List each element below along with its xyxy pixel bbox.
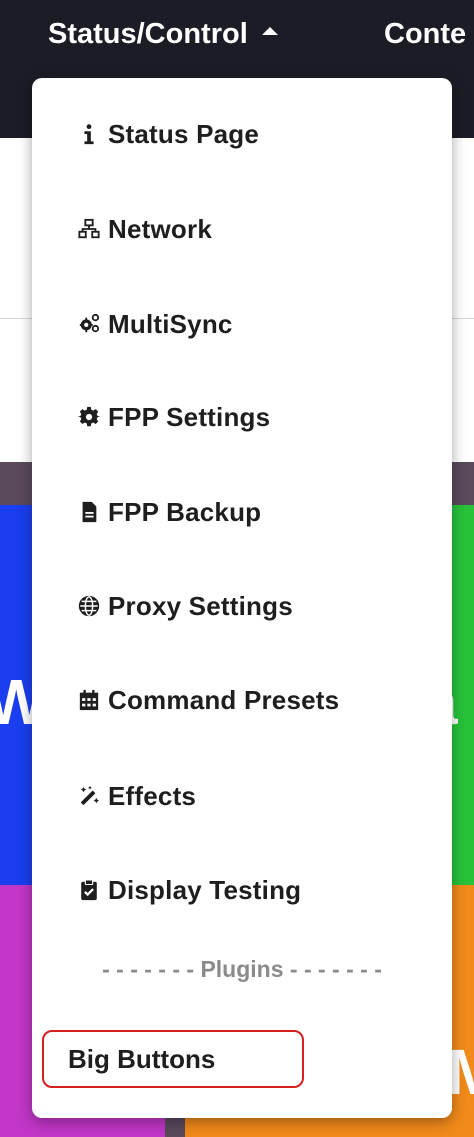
nav-content-label: Conte	[384, 18, 467, 50]
menu-item-label: FPP Settings	[108, 401, 271, 432]
menu-item-label: Command Presets	[108, 684, 340, 715]
globe-icon	[76, 593, 102, 619]
menu-item-label: Display Testing	[108, 874, 302, 905]
nav-status-control-label: Status/Control	[48, 18, 248, 50]
info-icon	[76, 121, 102, 147]
menu-item-label: FPP Backup	[108, 496, 262, 527]
clipboard-check-icon	[76, 877, 102, 903]
gear-icon	[76, 404, 102, 430]
calendar-icon	[76, 687, 102, 713]
menu-item-label: MultiSync	[108, 308, 233, 339]
menu-item-status-page[interactable]: Status Page	[76, 114, 259, 154]
nav-content[interactable]: Conte	[384, 18, 466, 51]
menu-item-proxy-settings[interactable]: Proxy Settings	[76, 586, 293, 626]
menu-item-label: Network	[108, 213, 212, 244]
menu-item-command-presets[interactable]: Command Presets	[76, 680, 339, 720]
menu-item-label: Effects	[108, 780, 197, 811]
menu-item-fpp-settings[interactable]: FPP Settings	[76, 397, 270, 437]
menu-item-multisync[interactable]: MultiSync	[76, 304, 233, 344]
menu-item-label: Big Buttons	[68, 1043, 216, 1074]
gears-icon	[76, 311, 102, 337]
menu-item-display-testing[interactable]: Display Testing	[76, 870, 301, 910]
file-icon	[76, 499, 102, 525]
plugins-divider: - - - - - - - Plugins - - - - - - -	[102, 956, 382, 982]
caret-up-icon	[261, 27, 278, 36]
menu-item-fpp-backup[interactable]: FPP Backup	[76, 492, 261, 532]
magic-wand-icon	[76, 783, 102, 809]
menu-item-label: Proxy Settings	[108, 590, 293, 621]
network-icon	[76, 216, 102, 242]
status-control-dropdown: Status Page Network MultiSync FPP Settin…	[32, 78, 452, 1118]
menu-item-network[interactable]: Network	[76, 209, 212, 249]
nav-status-control[interactable]: Status/Control	[48, 18, 278, 51]
menu-item-big-buttons[interactable]: Big Buttons	[42, 1030, 304, 1088]
menu-item-effects[interactable]: Effects	[76, 776, 196, 816]
menu-item-label: Status Page	[108, 118, 260, 149]
